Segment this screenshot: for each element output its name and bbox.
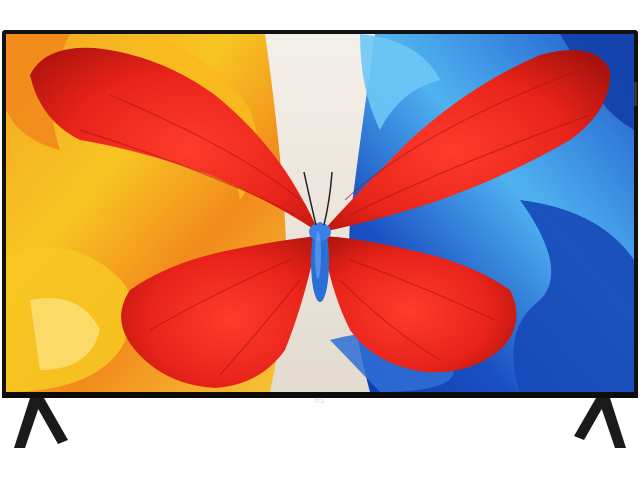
tv-stand-right	[574, 398, 626, 448]
brand-logo: TCL	[314, 399, 326, 405]
television-illustration	[2, 30, 638, 448]
screen	[6, 34, 634, 392]
tv-stand-left	[14, 398, 68, 448]
product-image: TCL	[0, 0, 640, 480]
